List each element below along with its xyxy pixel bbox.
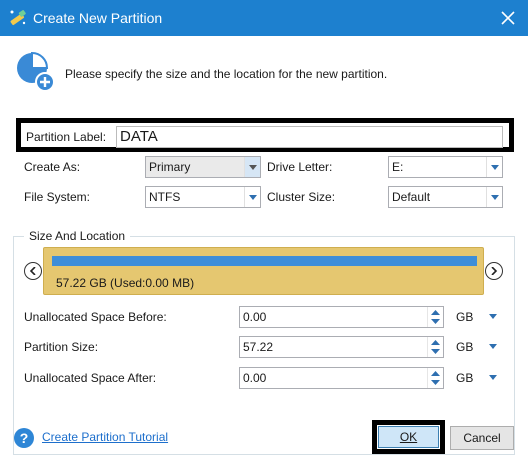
- unit-label: GB: [456, 310, 474, 324]
- cluster-size-select[interactable]: Default: [388, 186, 503, 208]
- cluster-size-value: Default: [392, 190, 431, 204]
- unallocated-before-label: Unallocated Space Before:: [24, 310, 167, 324]
- spin-buttons[interactable]: [427, 307, 443, 327]
- scroll-left-button[interactable]: [24, 262, 42, 280]
- spin-buttons[interactable]: [427, 337, 443, 357]
- scroll-right-button[interactable]: [485, 262, 503, 280]
- partition-size-input[interactable]: 57.22: [239, 336, 444, 358]
- chevron-down-icon: [244, 157, 260, 177]
- file-system-select[interactable]: NTFS: [145, 186, 261, 208]
- chevron-down-icon: [486, 157, 502, 177]
- unit-dropdown[interactable]: [486, 336, 500, 358]
- pie-plus-icon: [17, 51, 55, 92]
- close-icon: [501, 11, 515, 25]
- partition-bar-text: 57.22 GB (Used:0.00 MB): [56, 276, 195, 290]
- unallocated-after-input[interactable]: 0.00: [239, 367, 444, 389]
- chevron-down-icon: [489, 344, 497, 349]
- chevron-down-icon: [489, 314, 497, 319]
- title-bar: Create New Partition: [0, 0, 528, 36]
- unit-dropdown[interactable]: [486, 367, 500, 389]
- unit-label: GB: [456, 340, 474, 354]
- close-button[interactable]: [488, 0, 528, 36]
- partition-label-caption: Partition Label:: [26, 130, 107, 144]
- unit-dropdown[interactable]: [486, 306, 500, 328]
- window-title: Create New Partition: [33, 10, 163, 26]
- drive-letter-value: E:: [392, 160, 404, 174]
- cancel-button[interactable]: Cancel: [450, 426, 514, 450]
- drive-letter-label: Drive Letter:: [267, 160, 333, 174]
- wand-icon: [10, 10, 26, 26]
- create-as-label: Create As:: [24, 160, 81, 174]
- partition-size-label: Partition Size:: [24, 340, 99, 354]
- unallocated-after-value: 0.00: [243, 371, 267, 385]
- chevron-down-icon: [489, 375, 497, 380]
- unit-label: GB: [456, 371, 474, 385]
- chevron-left-icon: [29, 267, 36, 275]
- chevron-down-icon: [244, 187, 260, 207]
- instruction-text: Please specify the size and the location…: [65, 67, 388, 81]
- chevron-down-icon: [486, 187, 502, 207]
- partition-label-row: Partition Label: DATA: [16, 118, 514, 152]
- dialog-body: Please specify the size and the location…: [0, 36, 528, 458]
- ok-highlight: OK: [372, 420, 445, 454]
- create-as-select[interactable]: Primary: [145, 156, 261, 178]
- partition-label-input[interactable]: DATA: [116, 126, 503, 148]
- chevron-right-icon: [491, 267, 498, 275]
- help-icon[interactable]: ?: [14, 428, 34, 448]
- ok-button[interactable]: OK: [378, 426, 439, 448]
- file-system-label: File System:: [24, 190, 91, 204]
- size-location-title: Size And Location: [24, 229, 131, 243]
- partition-bar[interactable]: 57.22 GB (Used:0.00 MB): [43, 247, 484, 295]
- file-system-value: NTFS: [149, 190, 181, 204]
- drive-letter-select[interactable]: E:: [388, 156, 503, 178]
- partition-size-value: 57.22: [243, 340, 274, 354]
- cluster-size-label: Cluster Size:: [267, 190, 336, 204]
- unallocated-after-label: Unallocated Space After:: [24, 371, 157, 385]
- unallocated-before-input[interactable]: 0.00: [239, 306, 444, 328]
- tutorial-link[interactable]: Create Partition Tutorial: [42, 430, 168, 444]
- unallocated-before-value: 0.00: [243, 310, 267, 324]
- partition-used-bar: [52, 256, 477, 266]
- spin-buttons[interactable]: [427, 368, 443, 388]
- create-as-value: Primary: [149, 160, 191, 174]
